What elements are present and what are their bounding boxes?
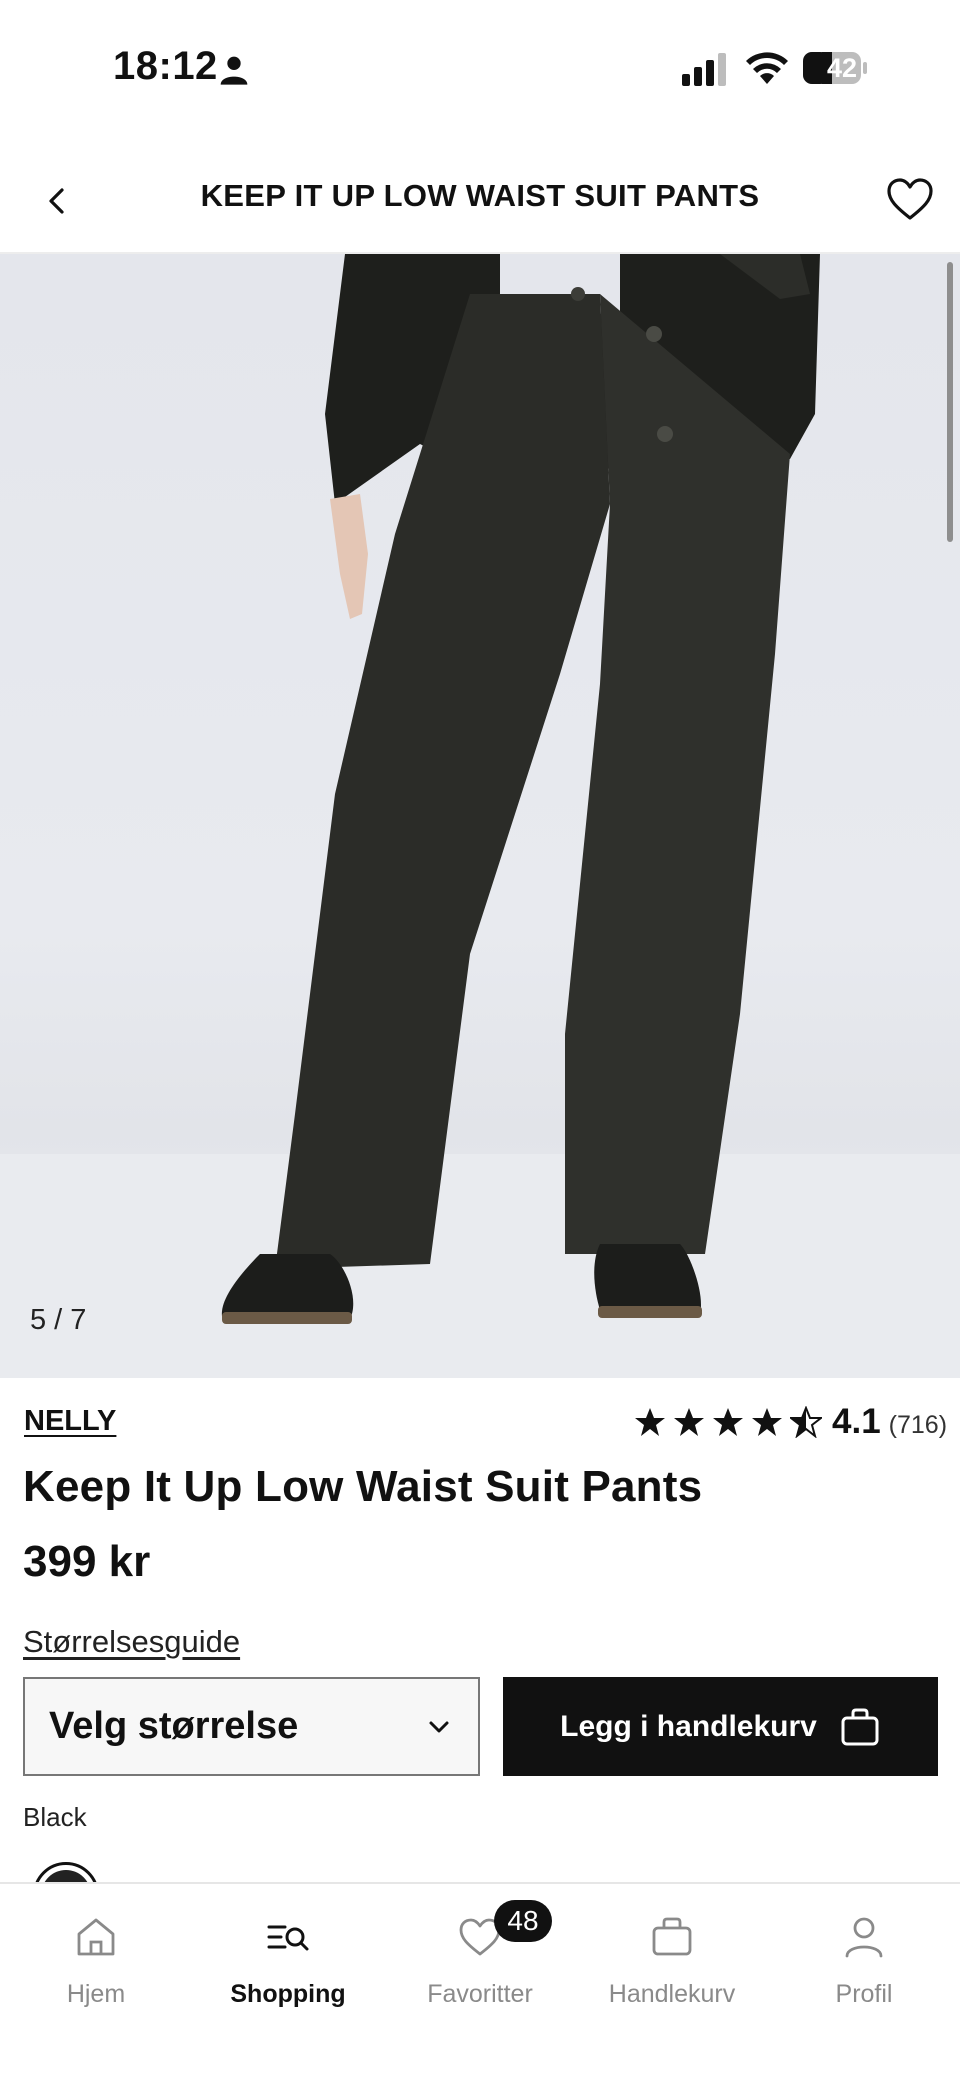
product-price: 399 kr	[23, 1537, 151, 1586]
tab-profile[interactable]: Profil	[768, 1884, 960, 2054]
star-icon	[635, 1408, 665, 1436]
scroll-indicator[interactable]	[947, 262, 953, 542]
bag-icon	[652, 1917, 692, 1956]
tab-label: Hjem	[66, 1980, 126, 2008]
tab-shopping[interactable]: Shopping	[192, 1884, 384, 2054]
status-bar: 18:12 42	[0, 0, 960, 140]
tab-label: Profil	[835, 1980, 893, 2008]
size-select-label: Velg størrelse	[49, 1705, 299, 1747]
favorite-button[interactable]	[884, 174, 936, 226]
star-icon	[713, 1408, 743, 1436]
tab-home[interactable]: Hjem	[0, 1884, 192, 2054]
product-rating[interactable]: 4.1 (716)	[634, 1400, 947, 1444]
image-counter: 5 / 7	[30, 1304, 87, 1336]
wifi-icon	[746, 52, 788, 84]
add-to-cart-label: Legg i handlekurv	[560, 1709, 817, 1743]
status-time: 18:12	[113, 44, 218, 88]
favorites-count-badge: 48	[494, 1900, 552, 1942]
star-icon	[674, 1408, 704, 1436]
star-icon	[752, 1408, 782, 1436]
tab-label: Favoritter	[427, 1980, 533, 2008]
tab-bar: Hjem Shopping Favoritter 48 Handlekurv P…	[0, 1882, 960, 2086]
product-photo	[0, 254, 960, 1378]
product-image-gallery[interactable]: 5 / 7	[0, 254, 960, 1378]
bag-icon	[841, 1708, 879, 1745]
home-icon	[77, 1918, 115, 1956]
product-name: Keep It Up Low Waist Suit Pants	[23, 1462, 703, 1511]
person-icon	[845, 1917, 883, 1958]
rating-stars	[634, 1406, 822, 1438]
back-button[interactable]	[32, 176, 82, 226]
nav-header: KEEP IT UP LOW WAIST SUIT PANTS	[0, 140, 960, 254]
tab-label: Handlekurv	[608, 1980, 736, 2008]
battery-level: 42	[826, 53, 858, 83]
brand-link[interactable]: NELLY	[24, 1405, 116, 1438]
tab-cart[interactable]: Handlekurv	[576, 1884, 768, 2054]
person-icon	[220, 56, 248, 85]
half-star-icon	[790, 1406, 822, 1438]
size-select[interactable]: Velg størrelse	[23, 1677, 480, 1776]
page-title: KEEP IT UP LOW WAIST SUIT PANTS	[200, 178, 760, 213]
add-to-cart-button[interactable]: Legg i handlekurv	[503, 1677, 938, 1776]
chevron-down-icon	[429, 1721, 449, 1732]
signal-icon	[682, 53, 726, 86]
rating-count: (716)	[888, 1410, 948, 1439]
tab-favorites[interactable]: Favoritter 48	[384, 1884, 576, 2054]
search-list-icon	[267, 1925, 309, 1951]
tab-label: Shopping	[230, 1980, 346, 2008]
size-guide-link[interactable]: Størrelsesguide	[23, 1624, 240, 1660]
rating-value: 4.1	[832, 1402, 881, 1441]
color-label: Black	[23, 1802, 87, 1832]
